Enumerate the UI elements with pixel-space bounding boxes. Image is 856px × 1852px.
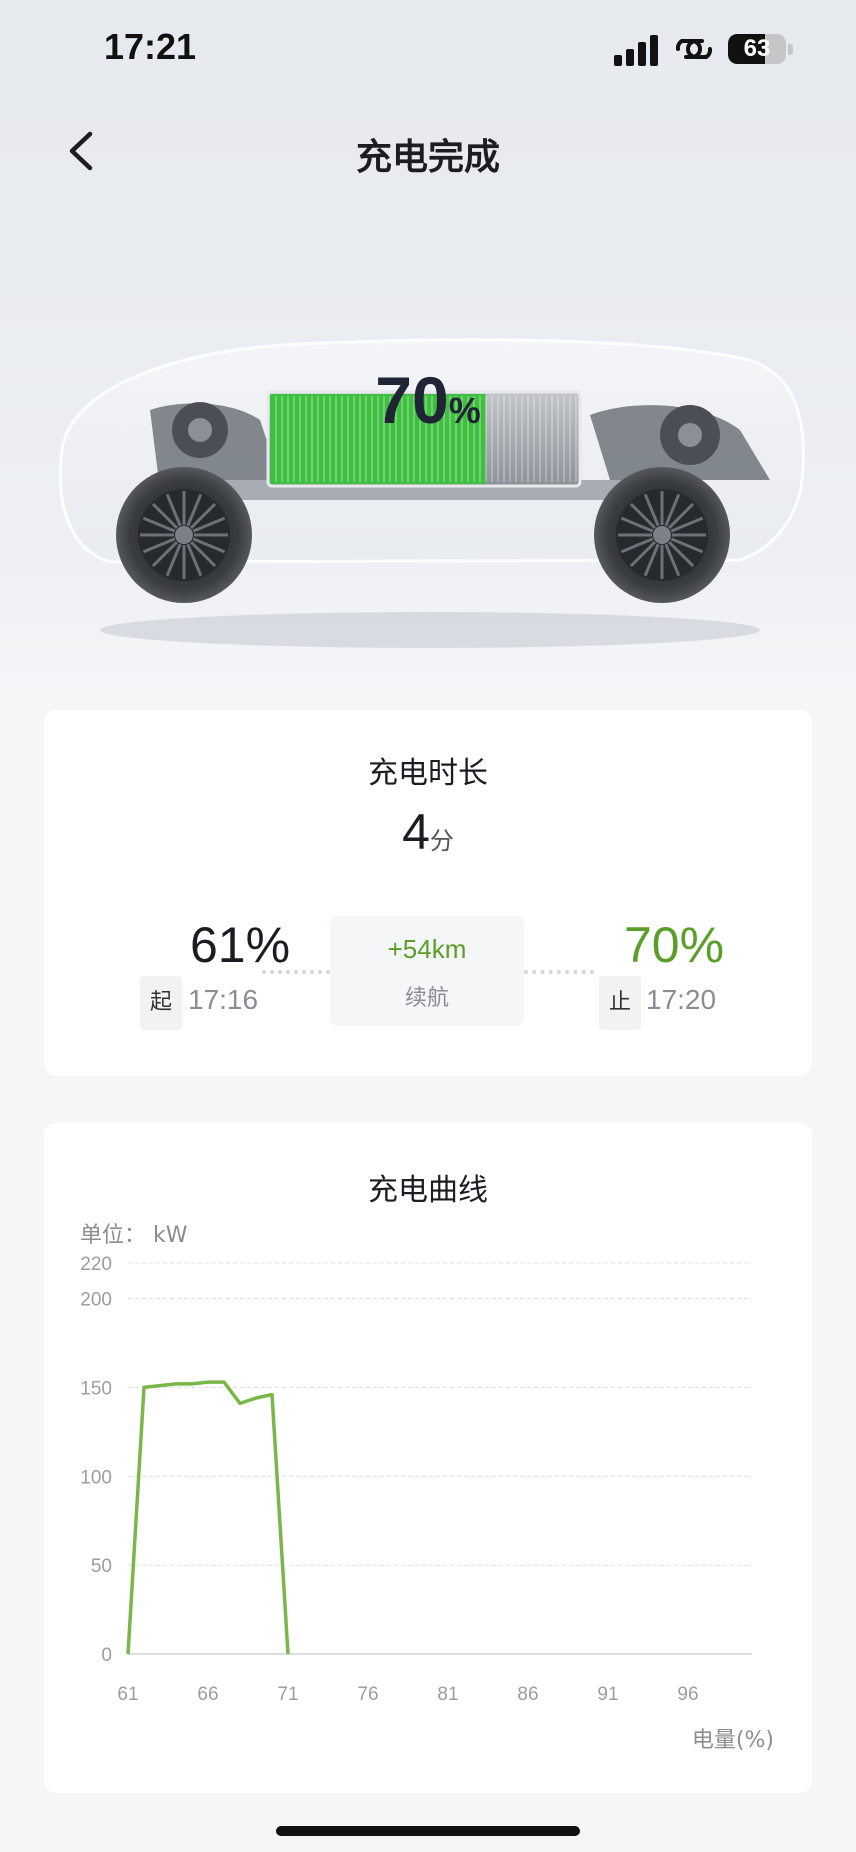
start-percent: 61% xyxy=(189,917,291,973)
x-axis-label: 电量(%) xyxy=(692,1728,774,1753)
dotted-connector-right xyxy=(524,970,594,974)
page-title: 充电完成 xyxy=(355,137,500,178)
end-tag: 止 xyxy=(599,976,641,1030)
home-indicator[interactable] xyxy=(276,1826,580,1836)
link-icon xyxy=(675,39,713,59)
end-time: 17:20 xyxy=(646,984,717,1015)
battery-percent-unit: % xyxy=(448,390,481,431)
y-tick-label: 200 xyxy=(80,1290,112,1311)
x-tick-label: 96 xyxy=(677,1684,698,1705)
duration-title: 充电时长 xyxy=(368,756,488,791)
duration-value: 4分 xyxy=(44,803,812,861)
y-tick-label: 100 xyxy=(80,1467,112,1488)
cellular-signal-icon xyxy=(614,34,662,66)
battery-percent-display: 70% xyxy=(0,362,856,438)
x-tick-label: 66 xyxy=(197,1684,218,1705)
duration-unit: 分 xyxy=(429,827,454,855)
start-time: 17:16 xyxy=(188,984,259,1015)
battery-status-level: 63 xyxy=(743,35,771,62)
y-tick-label: 150 xyxy=(80,1378,112,1399)
x-tick-label: 81 xyxy=(437,1684,458,1705)
x-tick-label: 61 xyxy=(117,1684,138,1705)
power-curve-line xyxy=(126,1380,290,1655)
battery-tip xyxy=(788,44,793,55)
battery-status-icon: 63 xyxy=(728,34,786,64)
y-tick-label: 220 xyxy=(80,1254,112,1275)
charging-duration-card: 充电时长 4分 61% 起 17:16 +54km 续航 70% 止 17:20 xyxy=(44,710,812,1076)
charging-curve-chart: 0 50 100 150 200 220 61 66 71 76 81 86 91 96 电量(%) xyxy=(80,1254,774,1753)
end-percent: 70% xyxy=(623,917,725,973)
dotted-connector-left xyxy=(262,970,330,974)
y-tick-label: 0 xyxy=(101,1645,112,1666)
status-time: 17:21 xyxy=(104,26,197,67)
x-tick-label: 86 xyxy=(517,1684,538,1705)
range-label: 续航 xyxy=(404,986,449,1011)
y-tick-label: 50 xyxy=(91,1556,112,1577)
charging-curve-card: 充电曲线 单位： kW 0 50 100 150 200 220 61 66 71 76 81 86 9… xyxy=(44,1123,812,1793)
x-tick-label: 71 xyxy=(277,1684,298,1705)
range-added-box: +54km 续航 xyxy=(330,916,524,1026)
start-tag: 起 xyxy=(140,976,182,1030)
duration-number: 4 xyxy=(402,804,430,860)
x-tick-label: 91 xyxy=(597,1684,618,1705)
x-tick-label: 76 xyxy=(357,1684,378,1705)
range-added-value: +54km xyxy=(387,934,467,964)
battery-percent-value: 70 xyxy=(375,363,449,437)
